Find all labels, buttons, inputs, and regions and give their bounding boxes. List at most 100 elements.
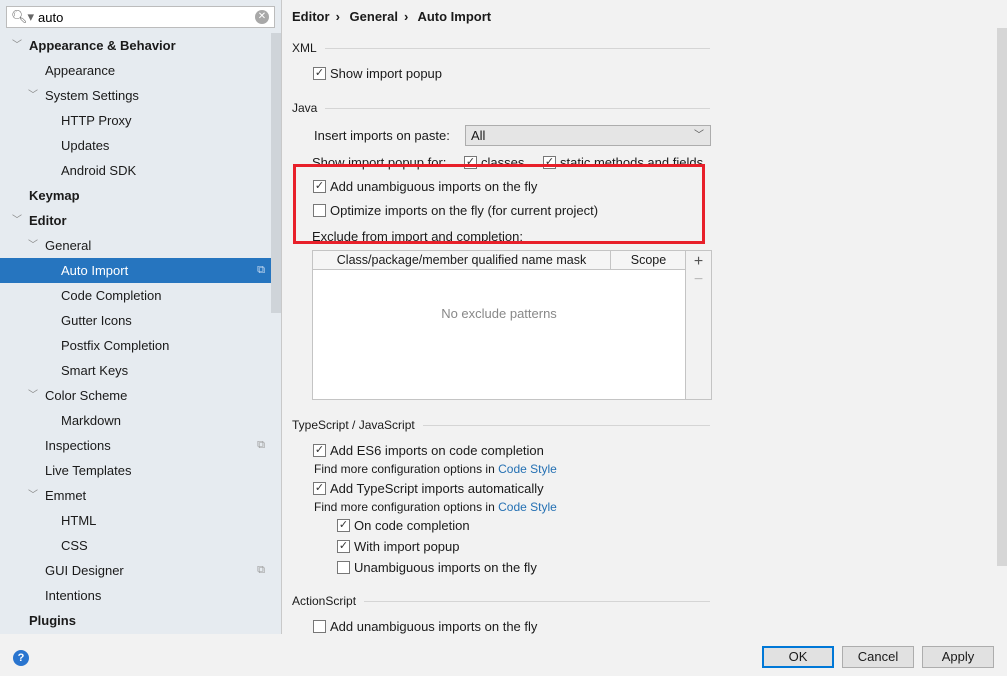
tree-item-system-settings[interactable]: ﹀ System Settings bbox=[0, 83, 271, 108]
tree-item-label: Android SDK bbox=[61, 163, 137, 178]
tree-item-label: HTML bbox=[61, 513, 97, 528]
chevron-down-icon[interactable]: ﹀ bbox=[28, 233, 38, 258]
project-settings-icon: ⧉ bbox=[257, 264, 265, 276]
tree-item-plugins[interactable]: Plugins bbox=[0, 608, 271, 633]
chevron-down-icon[interactable]: ﹀ bbox=[28, 383, 38, 408]
section-actionscript: ActionScript bbox=[292, 594, 710, 608]
breadcrumb-item: Editor bbox=[292, 9, 330, 24]
tree-item-css[interactable]: CSS bbox=[0, 533, 271, 558]
tree-item-label: Markdown bbox=[61, 413, 121, 428]
tree-item-postfix-completion[interactable]: Postfix Completion bbox=[0, 333, 271, 358]
tree-item-http-proxy[interactable]: HTTP Proxy bbox=[0, 108, 271, 133]
tree-item-updates[interactable]: Updates bbox=[0, 133, 271, 158]
checkbox-icon[interactable]: ✓ bbox=[313, 482, 326, 495]
tree-item-label: HTTP Proxy bbox=[61, 113, 132, 128]
tree-item-label: Updates bbox=[61, 138, 110, 153]
settings-sidebar: 🔍︎▾ ✕ ﹀ Appearance & Behavior Appearance ﹀ S… bbox=[0, 0, 282, 634]
tree-item-code-completion[interactable]: Code Completion bbox=[0, 283, 271, 308]
tree-item-label: GUI Designer bbox=[45, 563, 124, 578]
checkbox-icon[interactable]: ✓ bbox=[337, 519, 350, 532]
tree-item-label: Appearance & Behavior bbox=[29, 38, 176, 53]
tree-item-label: Appearance bbox=[45, 63, 116, 78]
tree-item-label: Code Completion bbox=[61, 288, 162, 303]
tree-item-label: Gutter Icons bbox=[61, 313, 132, 328]
tree-item-editor[interactable]: ﹀ Editor bbox=[0, 208, 271, 233]
tree-item-keymap[interactable]: Keymap bbox=[0, 183, 271, 208]
tree-item-color-scheme[interactable]: ﹀ Color Scheme bbox=[0, 383, 271, 408]
chevron-down-icon[interactable]: ﹀ bbox=[12, 33, 22, 58]
section-java: Java bbox=[292, 101, 710, 115]
tree-item-live-templates[interactable]: Live Templates bbox=[0, 458, 271, 483]
actionscript-unambiguous-checkbox[interactable]: Add unambiguous imports on the fly bbox=[313, 619, 537, 634]
tree-item-emmet[interactable]: ﹀ Emmet bbox=[0, 483, 271, 508]
apply-button[interactable]: Apply bbox=[922, 646, 994, 668]
clear-search-icon[interactable]: ✕ bbox=[255, 10, 269, 24]
on-code-completion-checkbox[interactable]: ✓ On code completion bbox=[337, 518, 470, 533]
highlight-annotation-box bbox=[293, 164, 705, 244]
chevron-down-icon[interactable]: ﹀ bbox=[28, 83, 38, 108]
remove-pattern-button[interactable]: − bbox=[686, 271, 711, 289]
cancel-button[interactable]: Cancel bbox=[842, 646, 914, 668]
checkbox-icon[interactable]: ✓ bbox=[313, 67, 326, 80]
tree-item-general[interactable]: ﹀ General bbox=[0, 233, 271, 258]
tree-item-label: Emmet bbox=[45, 488, 87, 503]
tree-item-label: Editor bbox=[29, 213, 67, 228]
chevron-down-icon: ﹀ bbox=[694, 130, 704, 141]
project-settings-icon: ⧉ bbox=[257, 439, 265, 451]
tree-item-android-sdk[interactable]: Android SDK bbox=[0, 158, 271, 183]
tree-item-label: Keymap bbox=[29, 188, 80, 203]
search-input[interactable] bbox=[38, 9, 249, 25]
insert-imports-dropdown[interactable]: All ﹀ bbox=[465, 125, 711, 146]
checkbox-icon[interactable]: ✓ bbox=[337, 540, 350, 553]
tree-item-label: System Settings bbox=[45, 88, 139, 103]
search-field[interactable]: 🔍︎▾ ✕ bbox=[6, 6, 275, 28]
chevron-down-icon[interactable]: ﹀ bbox=[28, 483, 38, 508]
tree-item-html[interactable]: HTML bbox=[0, 508, 271, 533]
more-options-text: Find more configuration options in Code … bbox=[314, 462, 557, 476]
add-pattern-button[interactable]: + bbox=[686, 253, 711, 271]
tree-item-label: Smart Keys bbox=[61, 363, 129, 378]
tree-item-label: General bbox=[45, 238, 92, 253]
sidebar-scrollbar[interactable] bbox=[271, 33, 281, 313]
empty-table-text: No exclude patterns bbox=[441, 306, 557, 321]
section-xml: XML bbox=[292, 41, 710, 55]
tree-item-auto-import[interactable]: Auto Import ⧉ bbox=[0, 258, 271, 283]
chevron-down-icon[interactable]: ﹀ bbox=[12, 208, 22, 233]
tree-item-gutter-icons[interactable]: Gutter Icons bbox=[0, 308, 271, 333]
add-es6-imports-checkbox[interactable]: ✓ Add ES6 imports on code completion bbox=[313, 443, 544, 458]
settings-content: Editor › General › Auto Import XML ✓ Show i… bbox=[283, 0, 1007, 634]
breadcrumb-item: Auto Import bbox=[417, 9, 492, 24]
more-options-text: Find more configuration options in Code … bbox=[314, 500, 557, 514]
breadcrumb: Editor › General › Auto Import bbox=[292, 9, 492, 24]
add-typescript-imports-checkbox[interactable]: ✓ Add TypeScript imports automatically bbox=[313, 481, 544, 496]
search-icon: 🔍︎▾ bbox=[11, 9, 35, 24]
tree-item-label: Inspections bbox=[45, 438, 111, 453]
dialog-footer: ? OK Cancel Apply bbox=[0, 634, 1007, 676]
tree-item-label: Color Scheme bbox=[45, 388, 128, 403]
tree-item-intentions[interactable]: Intentions bbox=[0, 583, 271, 608]
section-typescript: TypeScript / JavaScript bbox=[292, 418, 710, 432]
exclude-patterns-table[interactable]: Class/package/member qualified name mask… bbox=[312, 250, 712, 400]
tree-item-appearance-behavior[interactable]: ﹀ Appearance & Behavior bbox=[0, 33, 271, 58]
column-header-scope[interactable]: Scope bbox=[611, 251, 686, 269]
with-import-popup-checkbox[interactable]: ✓ With import popup bbox=[337, 539, 460, 554]
tree-item-markdown[interactable]: Markdown bbox=[0, 408, 271, 433]
tree-item-label: CSS bbox=[61, 538, 88, 553]
help-icon[interactable]: ? bbox=[13, 650, 29, 666]
show-import-popup-checkbox[interactable]: ✓ Show import popup bbox=[313, 66, 442, 81]
code-style-link[interactable]: Code Style bbox=[498, 462, 557, 476]
code-style-link[interactable]: Code Style bbox=[498, 500, 557, 514]
content-scrollbar[interactable] bbox=[997, 28, 1007, 566]
ok-button[interactable]: OK bbox=[762, 646, 834, 668]
tree-item-inspections[interactable]: Inspections ⧉ bbox=[0, 433, 271, 458]
tree-item-gui-designer[interactable]: GUI Designer ⧉ bbox=[0, 558, 271, 583]
checkbox-icon[interactable] bbox=[313, 620, 326, 633]
checkbox-icon[interactable]: ✓ bbox=[313, 444, 326, 457]
insert-imports-label: Insert imports on paste: bbox=[314, 128, 450, 143]
column-header-mask[interactable]: Class/package/member qualified name mask bbox=[313, 251, 611, 269]
tree-item-label: Live Templates bbox=[45, 463, 132, 478]
tree-item-smart-keys[interactable]: Smart Keys bbox=[0, 358, 271, 383]
unambiguous-imports-checkbox[interactable]: Unambiguous imports on the fly bbox=[337, 560, 537, 575]
tree-item-appearance[interactable]: Appearance bbox=[0, 58, 271, 83]
checkbox-icon[interactable] bbox=[337, 561, 350, 574]
